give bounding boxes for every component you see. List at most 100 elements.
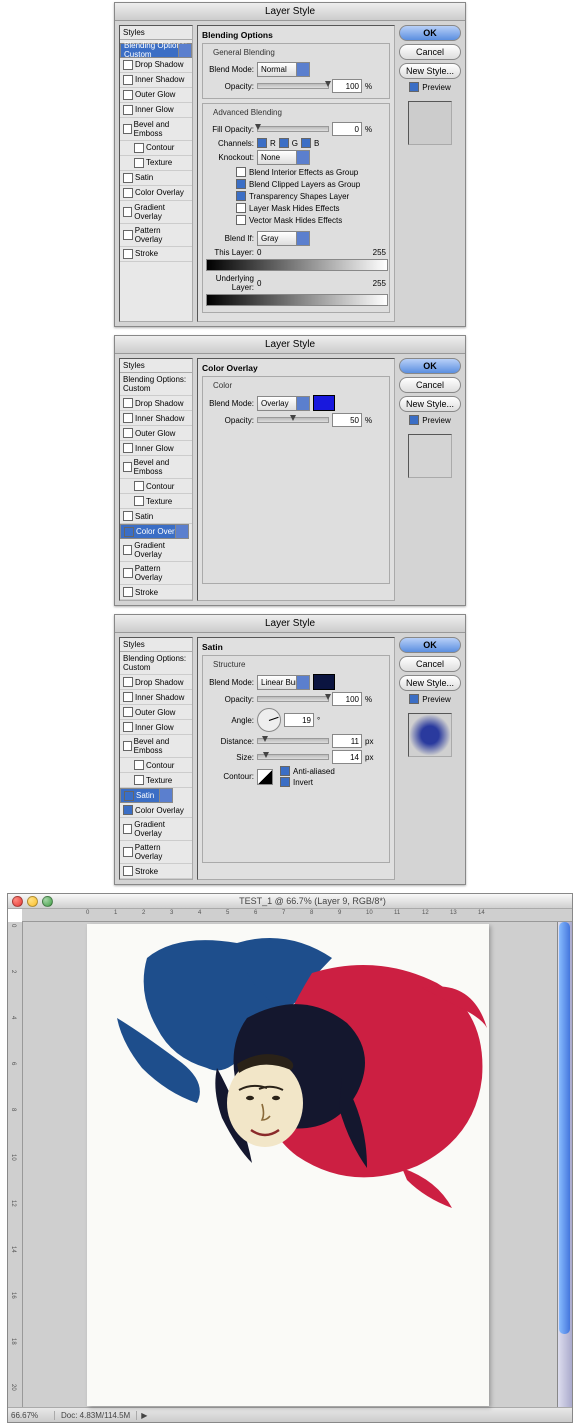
- distance-input[interactable]: [332, 734, 362, 748]
- section-title: Blending Options: [202, 30, 390, 40]
- style-pattern-overlay[interactable]: Pattern Overlay: [120, 224, 192, 247]
- preview-checkbox[interactable]: [409, 694, 419, 704]
- style-blending-options[interactable]: Blending Options: Custom: [120, 373, 192, 396]
- style-contour[interactable]: Contour: [120, 758, 192, 773]
- titlebar[interactable]: TEST_1 @ 66.7% (Layer 9, RGB/8*): [8, 894, 572, 909]
- opacity-input[interactable]: [332, 79, 362, 93]
- canvas[interactable]: [87, 924, 489, 1406]
- style-bevel-emboss[interactable]: Bevel and Emboss: [120, 735, 192, 758]
- style-drop-shadow[interactable]: Drop Shadow: [120, 396, 192, 411]
- underlying-layer-gradient[interactable]: [206, 294, 388, 306]
- layer-mask-hides-checkbox[interactable]: [236, 203, 246, 213]
- style-stroke[interactable]: Stroke: [120, 247, 192, 262]
- transparency-shapes-checkbox[interactable]: [236, 191, 246, 201]
- size-input[interactable]: [332, 750, 362, 764]
- style-inner-glow[interactable]: Inner Glow: [120, 720, 192, 735]
- anti-aliased-checkbox[interactable]: [280, 766, 290, 776]
- opacity-input[interactable]: [332, 692, 362, 706]
- style-texture[interactable]: Texture: [120, 494, 192, 509]
- style-bevel-emboss[interactable]: Bevel and Emboss: [120, 456, 192, 479]
- style-contour[interactable]: Contour: [120, 141, 192, 156]
- blend-interior-checkbox[interactable]: [236, 167, 246, 177]
- style-satin[interactable]: Satin: [120, 509, 192, 524]
- angle-dial[interactable]: [257, 708, 281, 732]
- size-slider[interactable]: [257, 754, 329, 760]
- minimize-icon[interactable]: [27, 896, 38, 907]
- opacity-slider[interactable]: [257, 696, 329, 702]
- blend-mode-select[interactable]: Overlay: [257, 396, 310, 411]
- doc-info[interactable]: Doc: 4.83M/114.5M: [55, 1411, 137, 1420]
- opacity-slider[interactable]: [257, 83, 329, 89]
- style-outer-glow[interactable]: Outer Glow: [120, 426, 192, 441]
- cancel-button[interactable]: Cancel: [399, 377, 461, 393]
- channel-g-checkbox[interactable]: [279, 138, 289, 148]
- invert-checkbox[interactable]: [280, 777, 290, 787]
- opacity-slider[interactable]: [257, 417, 329, 423]
- cancel-button[interactable]: Cancel: [399, 656, 461, 672]
- horizontal-ruler[interactable]: 01234567891011121314: [22, 909, 572, 922]
- style-color-overlay[interactable]: Color Overlay: [120, 186, 192, 201]
- channel-r-checkbox[interactable]: [257, 138, 267, 148]
- style-satin[interactable]: Satin: [120, 171, 192, 186]
- style-inner-shadow[interactable]: Inner Shadow: [120, 411, 192, 426]
- color-picker[interactable]: [313, 395, 335, 411]
- style-inner-shadow[interactable]: Inner Shadow: [120, 73, 192, 88]
- close-icon[interactable]: [12, 896, 23, 907]
- knockout-select[interactable]: None: [257, 150, 310, 165]
- style-color-overlay[interactable]: Color Overlay: [120, 524, 189, 539]
- blend-clipped-checkbox[interactable]: [236, 179, 246, 189]
- style-pattern-overlay[interactable]: Pattern Overlay: [120, 841, 192, 864]
- new-style-button[interactable]: New Style...: [399, 396, 461, 412]
- canvas-area[interactable]: [23, 922, 557, 1407]
- style-drop-shadow[interactable]: Drop Shadow: [120, 58, 192, 73]
- style-gradient-overlay[interactable]: Gradient Overlay: [120, 818, 192, 841]
- zoom-icon[interactable]: [42, 896, 53, 907]
- ok-button[interactable]: OK: [399, 637, 461, 653]
- style-gradient-overlay[interactable]: Gradient Overlay: [120, 201, 192, 224]
- style-drop-shadow[interactable]: Drop Shadow: [120, 675, 192, 690]
- preview-checkbox[interactable]: [409, 82, 419, 92]
- style-texture[interactable]: Texture: [120, 773, 192, 788]
- fill-opacity-slider[interactable]: [257, 126, 329, 132]
- cancel-button[interactable]: Cancel: [399, 44, 461, 60]
- style-outer-glow[interactable]: Outer Glow: [120, 705, 192, 720]
- preview-checkbox[interactable]: [409, 415, 419, 425]
- style-contour[interactable]: Contour: [120, 479, 192, 494]
- style-pattern-overlay[interactable]: Pattern Overlay: [120, 562, 192, 585]
- vector-mask-hides-checkbox[interactable]: [236, 215, 246, 225]
- style-inner-shadow[interactable]: Inner Shadow: [120, 690, 192, 705]
- new-style-button[interactable]: New Style...: [399, 63, 461, 79]
- style-stroke[interactable]: Stroke: [120, 585, 192, 600]
- style-bevel-emboss[interactable]: Bevel and Emboss: [120, 118, 192, 141]
- vertical-scrollbar[interactable]: [557, 922, 572, 1407]
- style-blending-options[interactable]: Blending Options: Custom: [120, 43, 192, 58]
- style-outer-glow[interactable]: Outer Glow: [120, 88, 192, 103]
- color-picker[interactable]: [313, 674, 335, 690]
- preview-swatch: [408, 101, 452, 145]
- ok-button[interactable]: OK: [399, 25, 461, 41]
- scrollbar-thumb[interactable]: [559, 922, 570, 1334]
- angle-input[interactable]: [284, 713, 314, 727]
- style-satin[interactable]: Satin: [120, 788, 173, 803]
- style-color-overlay[interactable]: Color Overlay: [120, 803, 192, 818]
- distance-slider[interactable]: [257, 738, 329, 744]
- chevron-right-icon[interactable]: ▶: [141, 1411, 147, 1420]
- vertical-ruler[interactable]: 02468101214161820: [8, 922, 23, 1407]
- contour-picker[interactable]: [257, 769, 273, 785]
- new-style-button[interactable]: New Style...: [399, 675, 461, 691]
- this-layer-gradient[interactable]: [206, 259, 388, 271]
- ok-button[interactable]: OK: [399, 358, 461, 374]
- opacity-input[interactable]: [332, 413, 362, 427]
- style-gradient-overlay[interactable]: Gradient Overlay: [120, 539, 192, 562]
- blend-mode-select[interactable]: Normal: [257, 62, 310, 77]
- style-texture[interactable]: Texture: [120, 156, 192, 171]
- blend-mode-select[interactable]: Linear Burn: [257, 675, 310, 690]
- channel-b-checkbox[interactable]: [301, 138, 311, 148]
- zoom-display[interactable]: 66.67%: [8, 1411, 55, 1420]
- fill-opacity-input[interactable]: [332, 122, 362, 136]
- style-stroke[interactable]: Stroke: [120, 864, 192, 879]
- style-blending-options[interactable]: Blending Options: Custom: [120, 652, 192, 675]
- style-inner-glow[interactable]: Inner Glow: [120, 103, 192, 118]
- blend-if-select[interactable]: Gray: [257, 231, 310, 246]
- style-inner-glow[interactable]: Inner Glow: [120, 441, 192, 456]
